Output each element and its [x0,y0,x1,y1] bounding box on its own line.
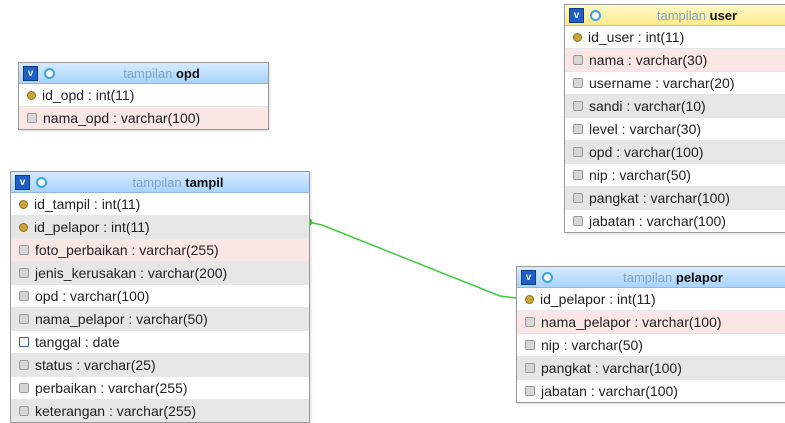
column-row[interactable]: perbaikan : varchar(255) [11,377,309,400]
column-icon [19,314,29,324]
column-icon [573,78,583,88]
column-label: tanggal : date [35,334,120,350]
column-label: nama : varchar(30) [589,52,708,68]
table-opd[interactable]: v tampilan opd id_opd : int(11) nama_opd… [18,62,269,130]
column-icon [19,406,29,416]
column-row[interactable]: level : varchar(30) [565,118,785,141]
key-icon [19,222,28,232]
column-label: nip : varchar(50) [589,167,691,183]
key-icon [573,32,582,42]
column-label: foto_perbaikan : varchar(255) [35,242,219,258]
table-header[interactable]: v tampilan tampil [11,172,309,193]
column-label: pangkat : varchar(100) [589,190,730,206]
column-row[interactable]: keterangan : varchar(255) [11,400,309,422]
column-icon [525,340,535,350]
ring-icon[interactable] [590,9,601,21]
column-label: username : varchar(20) [589,75,735,91]
toggle-view-button[interactable]: v [569,7,584,23]
column-row[interactable]: nama_opd : varchar(100) [19,107,268,129]
table-title: tampilan pelapor [623,269,723,285]
table-pelapor[interactable]: v tampilan pelapor id_pelapor : int(11) … [516,266,785,403]
ring-icon[interactable] [36,176,47,188]
table-tampil[interactable]: v tampilan tampil id_tampil : int(11) id… [10,171,310,423]
column-row[interactable]: id_opd : int(11) [19,84,268,107]
key-icon [27,90,36,100]
column-row[interactable]: username : varchar(20) [565,72,785,95]
ring-icon[interactable] [542,271,553,283]
column-label: nip : varchar(50) [541,337,643,353]
column-row[interactable]: id_pelapor : int(11) [517,288,785,311]
table-title: tampilan user [656,7,738,23]
column-label: opd : varchar(100) [589,144,704,160]
column-icon [573,101,583,111]
column-icon [573,170,583,180]
ring-icon[interactable] [44,67,55,79]
column-row[interactable]: nip : varchar(50) [565,164,785,187]
column-row[interactable]: sandi : varchar(10) [565,95,785,118]
column-row[interactable]: opd : varchar(100) [11,285,309,308]
date-icon [19,337,29,347]
column-row[interactable]: pangkat : varchar(100) [565,187,785,210]
table-user[interactable]: v tampilan user id_user : int(11) nama :… [564,4,785,233]
column-label: jenis_kerusakan : varchar(200) [35,265,228,281]
key-icon [19,199,28,209]
column-row[interactable]: id_pelapor : int(11) [11,216,309,239]
column-label: status : varchar(25) [35,357,156,373]
column-icon [19,245,29,255]
column-row[interactable]: nama_pelapor : varchar(50) [11,308,309,331]
key-icon [525,294,534,304]
toggle-view-button[interactable]: v [23,65,38,81]
column-label: perbaikan : varchar(255) [35,380,188,396]
column-label: nama_pelapor : varchar(100) [541,314,722,330]
column-icon [19,360,29,370]
relation-line [307,221,517,299]
column-label: level : varchar(30) [589,121,702,137]
column-icon [525,386,535,396]
column-label: id_user : int(11) [588,29,685,45]
column-label: id_opd : int(11) [42,87,135,103]
column-icon [525,317,535,327]
column-row[interactable]: tanggal : date [11,331,309,354]
column-row[interactable]: nama_pelapor : varchar(100) [517,311,785,334]
column-row[interactable]: jabatan : varchar(100) [565,210,785,232]
column-icon [27,113,37,123]
column-label: nama_pelapor : varchar(50) [35,311,208,327]
column-row[interactable]: pangkat : varchar(100) [517,357,785,380]
column-label: jabatan : varchar(100) [589,213,726,229]
column-label: opd : varchar(100) [35,288,150,304]
column-label: id_pelapor : int(11) [540,291,656,307]
column-icon [19,268,29,278]
column-row[interactable]: status : varchar(25) [11,354,309,377]
column-label: keterangan : varchar(255) [35,403,197,419]
column-row[interactable]: id_tampil : int(11) [11,193,309,216]
column-label: sandi : varchar(10) [589,98,706,114]
toggle-view-button[interactable]: v [521,269,536,285]
column-icon [573,216,583,226]
column-icon [573,124,583,134]
column-row[interactable]: foto_perbaikan : varchar(255) [11,239,309,262]
column-icon [19,383,29,393]
column-icon [525,363,535,373]
column-icon [573,193,583,203]
column-row[interactable]: jabatan : varchar(100) [517,380,785,402]
column-label: id_pelapor : int(11) [34,219,150,235]
column-icon [573,55,583,65]
column-icon [573,147,583,157]
column-row[interactable]: nama : varchar(30) [565,49,785,72]
column-row[interactable]: opd : varchar(100) [565,141,785,164]
column-label: id_tampil : int(11) [34,196,141,212]
column-label: jabatan : varchar(100) [541,383,678,399]
table-header[interactable]: v tampilan user [565,5,785,26]
table-title: tampilan tampil [132,174,224,190]
column-icon [19,291,29,301]
column-label: pangkat : varchar(100) [541,360,682,376]
toggle-view-button[interactable]: v [15,174,30,190]
column-label: nama_opd : varchar(100) [43,110,201,126]
column-row[interactable]: jenis_kerusakan : varchar(200) [11,262,309,285]
table-header[interactable]: v tampilan opd [19,63,268,84]
column-row[interactable]: nip : varchar(50) [517,334,785,357]
table-header[interactable]: v tampilan pelapor [517,267,785,288]
table-title: tampilan opd [123,65,200,81]
column-row[interactable]: id_user : int(11) [565,26,785,49]
